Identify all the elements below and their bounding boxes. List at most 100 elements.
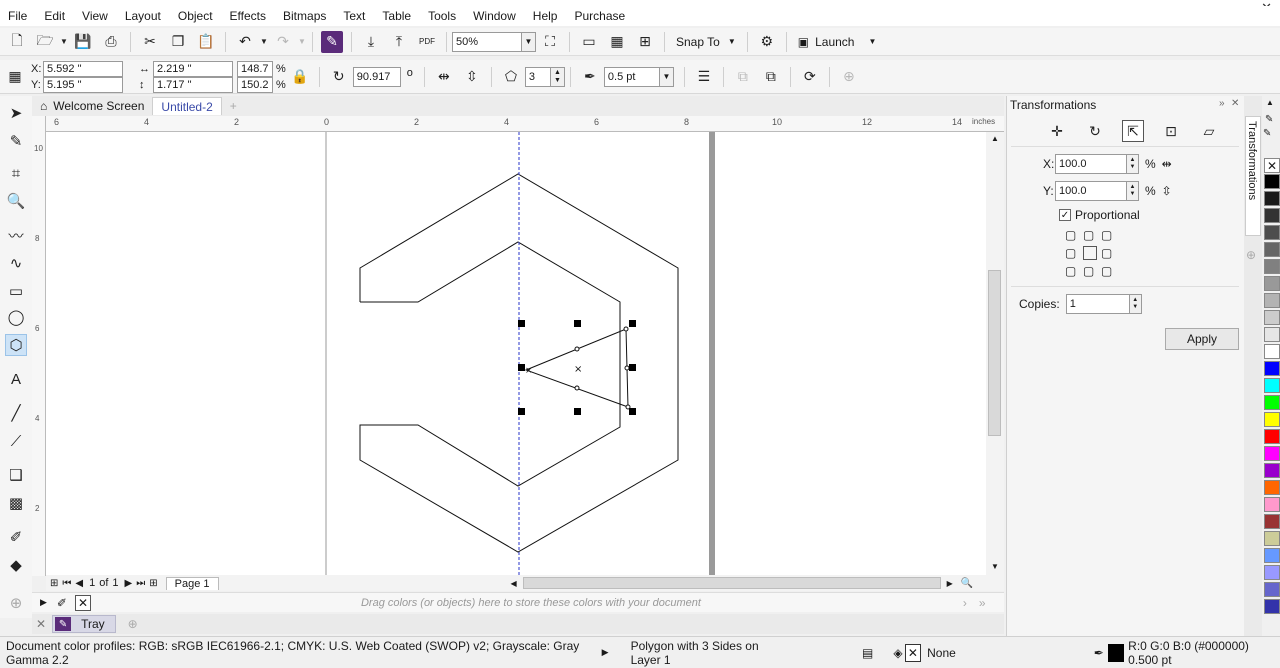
color-swatch[interactable]	[1264, 310, 1280, 325]
color-swatch[interactable]	[1264, 565, 1280, 580]
color-swatch[interactable]	[1264, 276, 1280, 291]
show-grid-icon[interactable]: ▦	[606, 31, 628, 53]
next-page-icon[interactable]: ▶	[125, 578, 133, 589]
menu-edit[interactable]: Edit	[36, 9, 74, 23]
color-swatch[interactable]	[1264, 531, 1280, 546]
snap-to-button[interactable]: Snap To ▼	[676, 35, 736, 49]
scroll-up-icon[interactable]: ▲	[991, 134, 999, 143]
docker-collapse-icon[interactable]: »	[1219, 98, 1225, 109]
freehand-tool-icon[interactable]: 〰	[5, 224, 27, 246]
color-swatch[interactable]	[1264, 225, 1280, 240]
anchor-bottom-right[interactable]: ▢	[1101, 264, 1119, 282]
color-swatch[interactable]	[1264, 242, 1280, 257]
rotation-icon[interactable]: ↻	[328, 66, 350, 88]
proportional-checkbox[interactable]: ✓	[1059, 209, 1071, 221]
menu-layout[interactable]: Layout	[117, 9, 170, 23]
skew-mode-icon[interactable]: ▱	[1198, 120, 1220, 142]
palette-flyout-icon[interactable]: ✎	[1263, 128, 1271, 139]
tab-welcome-screen[interactable]: ⌂ Welcome Screen	[32, 97, 152, 115]
current-page[interactable]: 1	[89, 577, 95, 589]
menu-bitmaps[interactable]: Bitmaps	[275, 9, 335, 23]
palette-expand-icon[interactable]: »	[979, 596, 986, 610]
quick-trace-icon[interactable]: ⧉	[732, 66, 754, 88]
copies-input[interactable]: 1	[1065, 294, 1130, 314]
gear-icon[interactable]: ⚙	[756, 31, 778, 53]
spinner-arrows-icon[interactable]: ▲ ▼	[550, 66, 565, 87]
color-swatch[interactable]	[1264, 191, 1280, 206]
spinner-arrows-icon[interactable]: ▲ ▼	[1129, 294, 1142, 314]
menu-table[interactable]: Table	[374, 9, 420, 23]
palette-menu-icon[interactable]: ▶	[40, 597, 47, 608]
connector-tool-icon[interactable]: ⟋	[5, 430, 27, 452]
new-document-icon[interactable]: 🗋	[6, 31, 28, 53]
cut-icon[interactable]: ✂	[139, 31, 161, 53]
color-swatch[interactable]	[1264, 327, 1280, 342]
anchor-top[interactable]: ▢	[1083, 228, 1101, 246]
shape-tool-icon[interactable]: ✎	[5, 130, 27, 152]
palette-scroll-right-icon[interactable]: ›	[963, 596, 967, 610]
copy-icon[interactable]: ❐	[167, 31, 189, 53]
color-swatch[interactable]	[1264, 463, 1280, 478]
docker-close-icon[interactable]: ✕	[1231, 98, 1239, 109]
color-swatch[interactable]	[1264, 446, 1280, 461]
height-input[interactable]: 1.717 "	[153, 76, 233, 93]
color-profiles-text[interactable]: Document color profiles: RGB: sRGB IEC61…	[6, 639, 586, 667]
zoom-navigator-icon[interactable]: 🔍	[961, 578, 973, 589]
scroll-left-icon[interactable]: ◀	[511, 579, 517, 588]
redo-dropdown-icon[interactable]: ▼	[297, 31, 307, 53]
zoom-level[interactable]: 50%	[452, 31, 522, 52]
new-tab-icon[interactable]: +	[222, 97, 245, 115]
menu-purchase[interactable]: Purchase	[566, 9, 634, 23]
scroll-right-icon[interactable]: ▶	[947, 579, 953, 588]
menu-window[interactable]: Window	[465, 9, 525, 23]
palette-scroll-up-icon[interactable]: ▲	[1266, 98, 1274, 107]
add-tool-icon[interactable]: ⊕	[5, 592, 27, 614]
chevron-down-icon[interactable]: ▼	[522, 31, 536, 52]
lock-ratio-icon[interactable]: 🔒	[289, 66, 311, 88]
anchor-bottom[interactable]: ▢	[1083, 264, 1101, 282]
color-swatch[interactable]	[1264, 480, 1280, 495]
no-fill-swatch-icon[interactable]: ✕	[1264, 158, 1280, 173]
color-swatch[interactable]	[1264, 582, 1280, 597]
palette-menu-icon[interactable]: ✎	[1265, 114, 1273, 125]
artistic-media-icon[interactable]: ∿	[5, 252, 27, 274]
launch-button[interactable]: ▣ Launch ▼	[798, 35, 877, 49]
anchor-bottom-left[interactable]: ▢	[1065, 264, 1083, 282]
color-swatch[interactable]	[1264, 429, 1280, 444]
scroll-down-icon[interactable]: ▼	[991, 562, 999, 571]
color-swatch[interactable]	[1264, 378, 1280, 393]
no-color-swatch-icon[interactable]: ✕	[74, 594, 91, 611]
chevron-down-icon[interactable]: ▼	[659, 66, 674, 87]
color-swatch[interactable]	[1264, 361, 1280, 376]
redo-icon[interactable]: ↷	[272, 31, 294, 53]
refresh-icon[interactable]: ⟳	[799, 66, 821, 88]
page-tab[interactable]: Page 1	[165, 576, 219, 590]
color-swatch[interactable]	[1264, 208, 1280, 223]
rotate-mode-icon[interactable]: ↻	[1084, 120, 1106, 142]
menu-effects[interactable]: Effects	[222, 9, 275, 23]
open-icon[interactable]: 🗁	[34, 31, 56, 53]
menu-tools[interactable]: Tools	[420, 9, 465, 23]
zoom-combo[interactable]: 50% ▼	[452, 31, 536, 52]
color-swatch[interactable]	[1264, 548, 1280, 563]
export-icon[interactable]: ⤒	[388, 31, 410, 53]
menu-help[interactable]: Help	[525, 9, 567, 23]
color-swatch[interactable]	[1264, 344, 1280, 359]
print-icon[interactable]: ⎙	[100, 31, 122, 53]
mirror-horizontal-icon[interactable]: ⇹	[433, 66, 455, 88]
rotation-input[interactable]: 90.917	[352, 66, 401, 87]
size-mode-icon[interactable]: ⊡	[1160, 120, 1182, 142]
mirror-horizontal-icon[interactable]: ⇹	[1162, 157, 1172, 171]
wrap-text-icon[interactable]: ☰	[693, 66, 715, 88]
zoom-to-page-icon[interactable]: ⛶	[539, 31, 561, 53]
save-icon[interactable]: 💾	[72, 31, 94, 53]
parallel-dimension-icon[interactable]: ╱	[5, 402, 27, 424]
menu-text[interactable]: Text	[335, 9, 374, 23]
ellipse-tool-icon[interactable]: ◯	[5, 306, 27, 328]
scale-height-input[interactable]: 150.2	[237, 76, 273, 93]
color-swatch[interactable]	[1264, 174, 1280, 189]
horizontal-scroll-thumb[interactable]	[522, 577, 941, 589]
undo-icon[interactable]: ↶	[234, 31, 256, 53]
menu-view[interactable]: View	[74, 9, 117, 23]
anchor-right[interactable]: ▢	[1101, 246, 1119, 264]
